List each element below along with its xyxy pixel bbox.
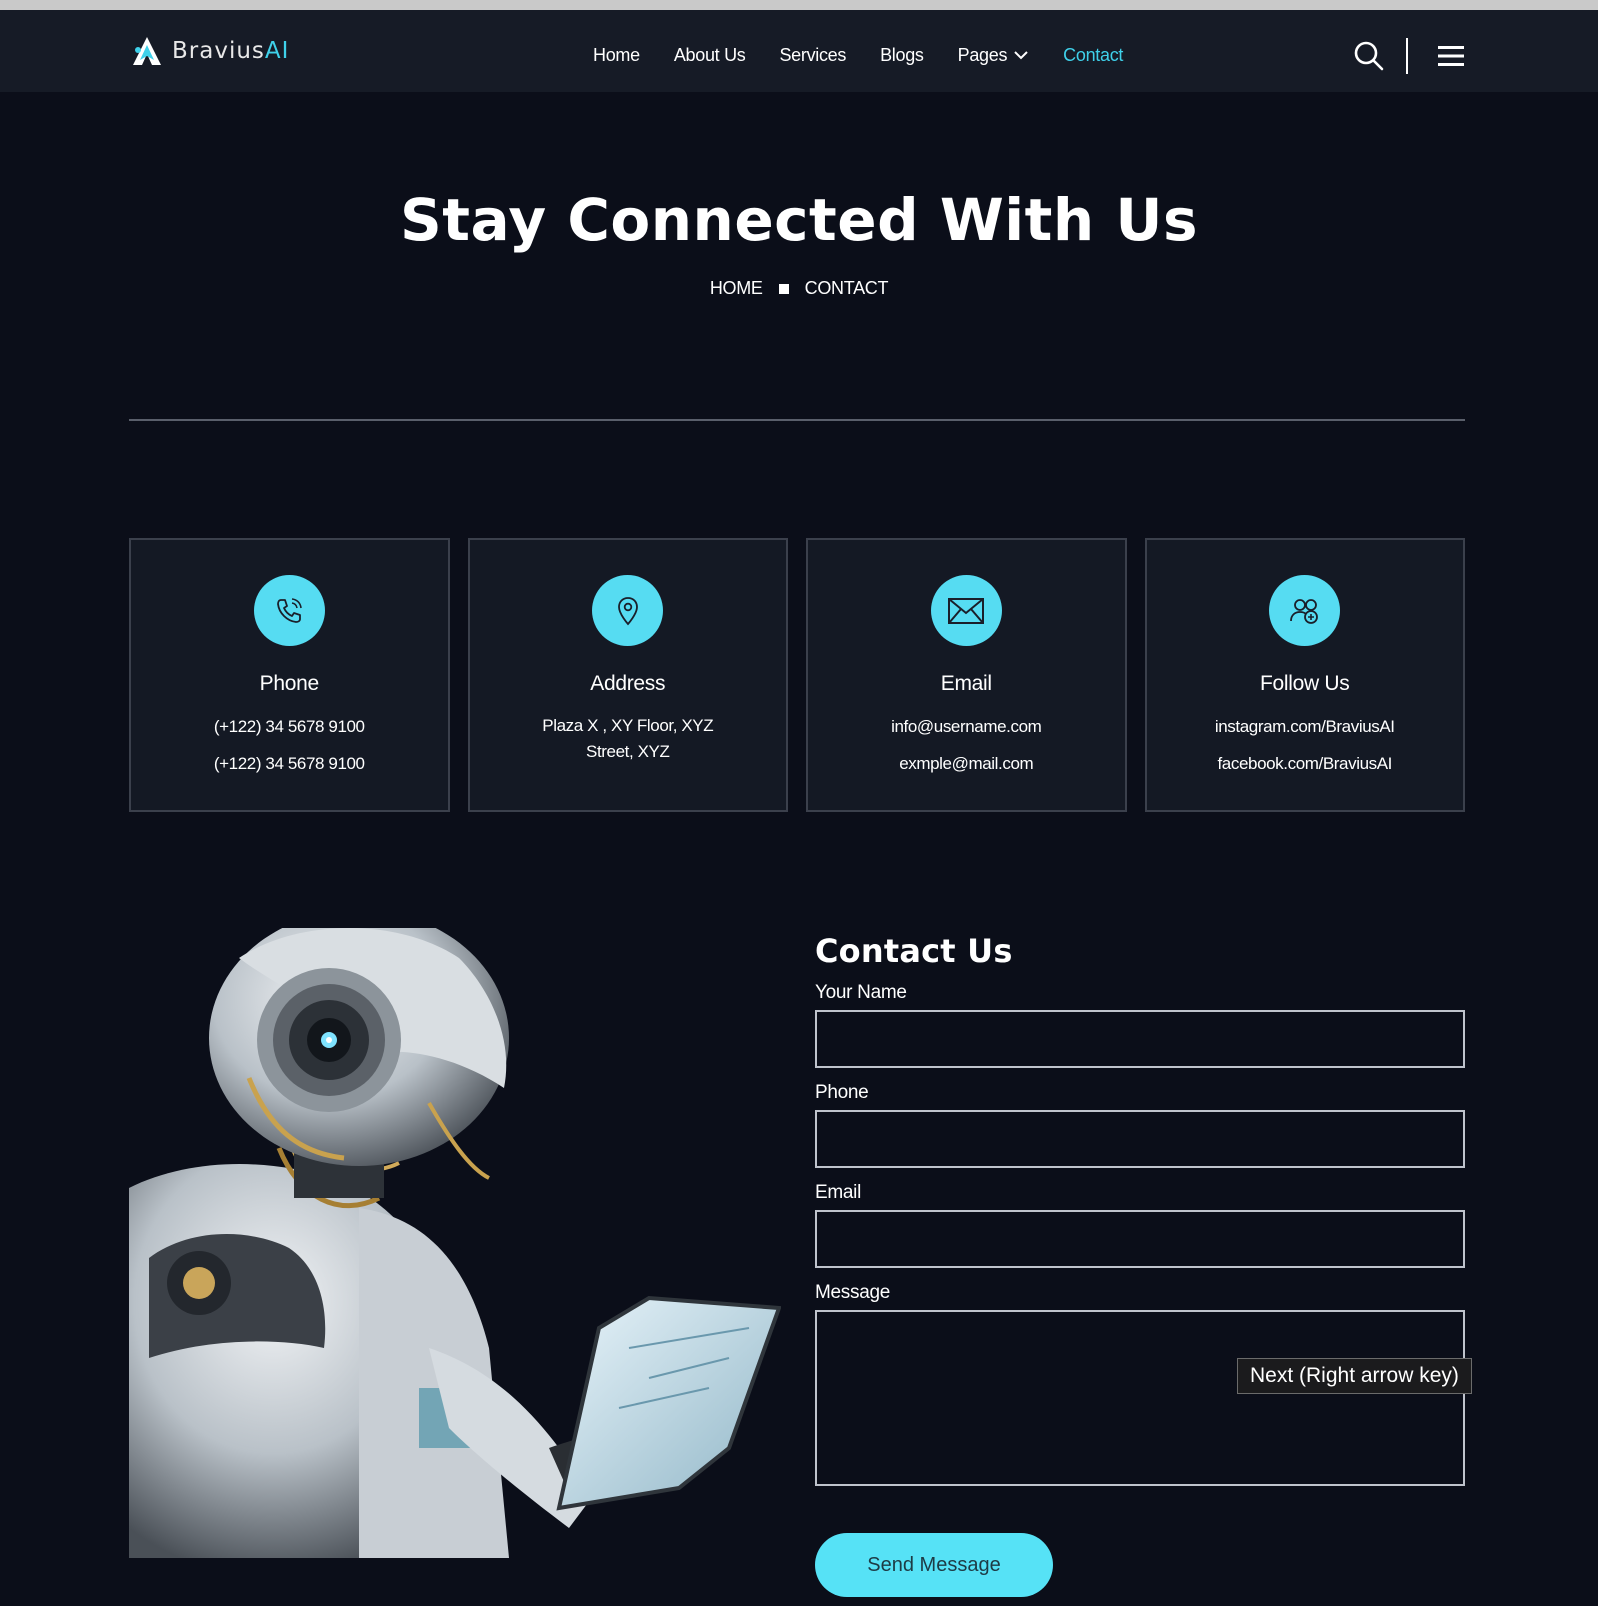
contact-form: Contact Us Your Name Phone Email Message xyxy=(815,932,1465,1486)
breadcrumb-contact: CONTACT xyxy=(804,278,889,298)
nav-item-about-us[interactable]: About Us xyxy=(674,45,746,66)
chevron-down-icon xyxy=(1014,51,1028,60)
mail-icon xyxy=(948,597,985,624)
phone-number-2[interactable]: (+122) 34 5678 9100 xyxy=(214,751,365,777)
nav-item-blogs[interactable]: Blogs xyxy=(880,45,924,66)
phone-field[interactable] xyxy=(815,1110,1465,1168)
breadcrumb: HOME CONTACT xyxy=(0,278,1598,299)
nav-item-services[interactable]: Services xyxy=(779,45,846,66)
robot-tablet-illustration xyxy=(129,928,781,1558)
name-label: Your Name xyxy=(815,982,907,1003)
brand-name: BraviusAI xyxy=(172,38,290,64)
page-top-strip xyxy=(0,0,1598,10)
brand-logo[interactable]: BraviusAI xyxy=(130,32,289,70)
card-title: Email xyxy=(940,672,992,695)
email-address-2[interactable]: exmple@mail.com xyxy=(899,751,1033,777)
main-nav: Home About Us Services Blogs Pages Conta… xyxy=(593,40,1123,70)
mail-icon-circle xyxy=(930,575,1002,646)
page-title: Stay Connected With Us xyxy=(399,186,1199,254)
phone-card: Phone (+122) 34 5678 9100 (+122) 34 5678… xyxy=(129,538,450,812)
phone-number-1[interactable]: (+122) 34 5678 9100 xyxy=(214,714,365,740)
nav-item-pages[interactable]: Pages xyxy=(958,45,1030,66)
brand-logo-icon xyxy=(133,37,161,65)
location-icon-circle xyxy=(592,575,664,646)
email-label: Email xyxy=(815,1182,862,1203)
message-field[interactable] xyxy=(815,1310,1465,1486)
menu-button[interactable] xyxy=(1434,39,1468,73)
nav-item-contact[interactable]: Contact xyxy=(1063,45,1123,66)
breadcrumb-separator xyxy=(778,283,789,294)
location-pin-icon xyxy=(617,596,638,625)
follow-us-card: Follow Us instagram.com/BraviusAI facebo… xyxy=(1144,538,1465,812)
users-icon-circle xyxy=(1269,575,1341,646)
breadcrumb-home[interactable]: HOME xyxy=(710,278,763,299)
section-divider xyxy=(129,419,1465,421)
email-card: Email info@username.com exmple@mail.com xyxy=(806,538,1127,812)
search-button[interactable] xyxy=(1352,39,1386,73)
search-icon xyxy=(1354,41,1384,71)
phone-icon-circle xyxy=(253,575,325,646)
phone-icon xyxy=(277,597,303,623)
card-title: Address xyxy=(590,672,666,695)
hamburger-menu-icon xyxy=(1438,46,1464,66)
card-title: Follow Us xyxy=(1260,672,1350,695)
form-title: Contact Us xyxy=(815,932,1013,970)
nav-item-pages-label: Pages xyxy=(957,44,1008,65)
address-card: Address Plaza X , XY Floor, XYZ Street, … xyxy=(467,538,788,812)
address-text: Plaza X , XY Floor, XYZ Street, XYZ xyxy=(542,716,714,761)
facebook-link[interactable]: facebook.com/BraviusAI xyxy=(1217,751,1392,777)
message-label: Message xyxy=(815,1282,890,1303)
nav-item-home[interactable]: Home xyxy=(593,45,640,66)
name-field[interactable] xyxy=(815,1010,1465,1068)
contact-info-cards: Phone (+122) 34 5678 9100 (+122) 34 5678… xyxy=(129,538,1465,812)
email-field[interactable] xyxy=(815,1210,1465,1268)
nav-actions xyxy=(1352,38,1468,74)
nav-divider xyxy=(1406,38,1408,74)
tooltip: Next (Right arrow key) xyxy=(1237,1358,1472,1394)
send-message-button[interactable]: Send Message xyxy=(815,1533,1053,1597)
instagram-link[interactable]: instagram.com/BraviusAI xyxy=(1215,714,1395,740)
email-address-1[interactable]: info@username.com xyxy=(891,714,1042,740)
users-icon xyxy=(1289,598,1318,624)
card-title: Phone xyxy=(259,672,320,695)
phone-label: Phone xyxy=(815,1082,869,1103)
navbar: BraviusAI Home About Us Services Blogs P… xyxy=(0,10,1598,92)
